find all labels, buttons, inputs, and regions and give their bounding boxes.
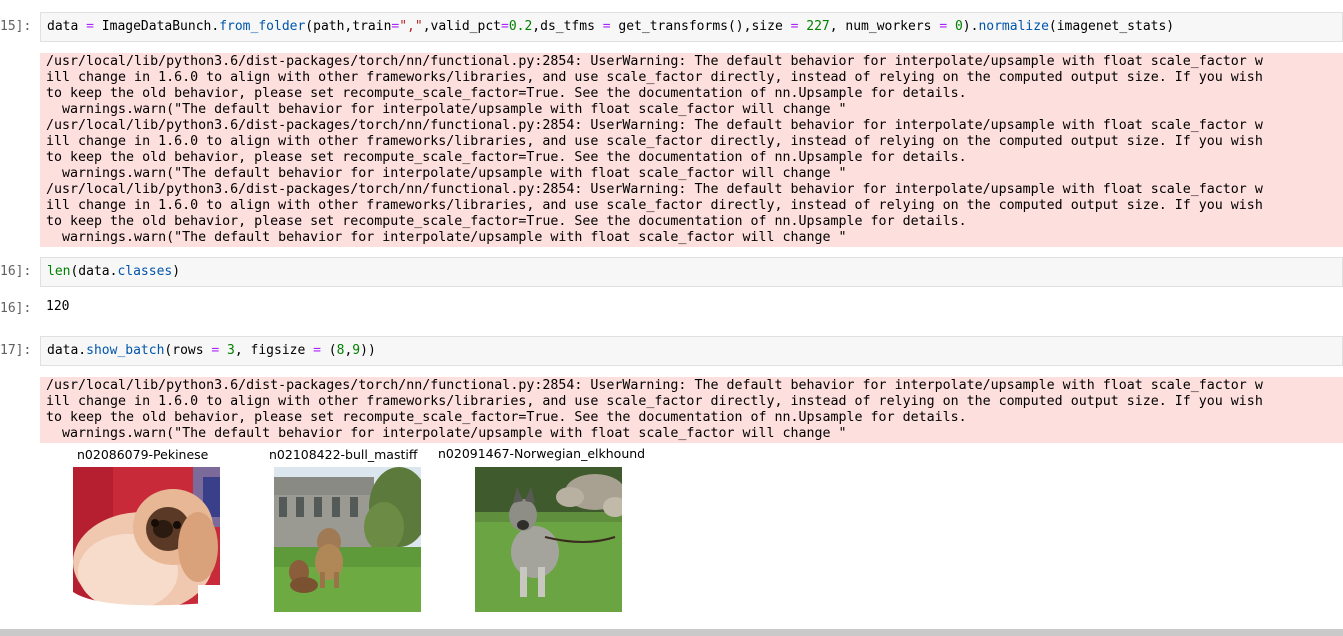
stderr-line: /usr/local/lib/python3.6/dist-packages/t… xyxy=(46,118,1263,133)
stderr-line: warnings.warn("The default behavior for … xyxy=(46,102,847,117)
stderr-line: /usr/local/lib/python3.6/dist-packages/t… xyxy=(46,54,1263,69)
image-title-bull-mastiff: n02108422-bull_mastiff xyxy=(269,447,418,462)
code-input-area[interactable]: data = ImageDataBunch.from_folder(path,t… xyxy=(40,12,1343,42)
code-token: , figsize xyxy=(234,343,314,358)
code-token: = xyxy=(939,19,948,34)
code-token: )) xyxy=(360,343,376,358)
code-token: ) xyxy=(172,264,181,279)
show-batch-figure: n02086079-Pekinese n02108422-bull_mastif… xyxy=(40,446,680,627)
code-token: ,valid_pct xyxy=(422,19,501,34)
code-token: (data. xyxy=(70,264,118,279)
bull-mastiff-dogs-photo xyxy=(274,467,421,612)
stderr-line: to keep the old behavior, please set rec… xyxy=(46,86,967,101)
stderr-line: ill change in 1.6.0 to align with other … xyxy=(46,134,1263,149)
code-line: data.show_batch(rows = 3, figsize = (8,9… xyxy=(47,342,376,360)
output-prompt: 16]: xyxy=(0,301,32,316)
code-token: (imagenet_stats) xyxy=(1048,19,1175,34)
stderr-line: warnings.warn("The default behavior for … xyxy=(46,230,847,245)
code-token: = xyxy=(500,19,509,34)
code-token: 227 xyxy=(806,19,830,34)
stderr-line: to keep the old behavior, please set rec… xyxy=(46,214,967,229)
stderr-line: ill change in 1.6.0 to align with other … xyxy=(46,394,1263,409)
code-token: ( xyxy=(320,343,337,358)
code-token: get_transforms(),size xyxy=(610,19,791,34)
image-title-norwegian-elkhound: n02091467-Norwegian_elkhound xyxy=(438,446,646,461)
input-prompt: 16]: xyxy=(0,264,32,279)
code-token: ImageDataBunch. xyxy=(93,19,220,34)
code-cell-16[interactable]: 16]: len(data.classes) 16]: 120 xyxy=(0,257,1343,327)
code-token: = xyxy=(602,19,611,34)
code-token: show_batch xyxy=(86,343,165,358)
stderr-line: /usr/local/lib/python3.6/dist-packages/t… xyxy=(46,378,1263,393)
code-token: classes xyxy=(117,264,173,279)
code-token: = xyxy=(313,343,321,358)
code-token: ,ds_tfms xyxy=(532,19,603,34)
code-token: data xyxy=(47,19,87,34)
stderr-line: ill change in 1.6.0 to align with other … xyxy=(46,70,1263,85)
norwegian-elkhound-dog-photo xyxy=(475,467,622,612)
code-token: (path,train xyxy=(305,19,392,34)
stderr-line: /usr/local/lib/python3.6/dist-packages/t… xyxy=(46,182,1263,197)
code-token: ). xyxy=(962,19,979,34)
code-token: (rows xyxy=(164,343,212,358)
code-token: 9 xyxy=(352,343,361,358)
stderr-line: to keep the old behavior, please set rec… xyxy=(46,410,967,425)
stderr-line: to keep the old behavior, please set rec… xyxy=(46,150,967,165)
code-token: normalize xyxy=(978,19,1049,34)
notebook-page: 15]: data = ImageDataBunch.from_folder(p… xyxy=(0,0,1343,636)
code-line: len(data.classes) xyxy=(47,263,180,281)
stderr-output: /usr/local/lib/python3.6/dist-packages/t… xyxy=(40,377,1343,443)
pekinese-dog-photo xyxy=(73,467,220,612)
stderr-output: /usr/local/lib/python3.6/dist-packages/t… xyxy=(40,53,1343,247)
code-input-area[interactable]: data.show_batch(rows = 3, figsize = (8,9… xyxy=(40,336,1343,366)
code-input-area[interactable]: len(data.classes) xyxy=(40,257,1343,287)
code-token: = xyxy=(86,19,94,34)
code-token: "," xyxy=(399,19,423,34)
code-cell-17[interactable]: 17]: data.show_batch(rows = 3, figsize =… xyxy=(0,336,1343,446)
code-token: data. xyxy=(47,343,87,358)
input-prompt: 15]: xyxy=(0,19,32,34)
stderr-line: ill change in 1.6.0 to align with other … xyxy=(46,198,1263,213)
code-token: 0.2 xyxy=(508,19,533,34)
horizontal-scrollbar[interactable] xyxy=(0,629,1343,636)
output-value: 120 xyxy=(46,299,70,314)
code-token: 0 xyxy=(954,19,963,34)
code-line: data = ImageDataBunch.from_folder(path,t… xyxy=(47,18,1174,36)
code-token: , num_workers xyxy=(829,19,940,34)
code-cell-15[interactable]: 15]: data = ImageDataBunch.from_folder(p… xyxy=(0,12,1343,247)
stderr-line: warnings.warn("The default behavior for … xyxy=(46,166,847,181)
image-title-pekinese: n02086079-Pekinese xyxy=(77,447,209,462)
stderr-line: warnings.warn("The default behavior for … xyxy=(46,426,847,441)
code-token: 3 xyxy=(227,343,235,358)
code-token: from_folder xyxy=(219,19,306,34)
code-token: len xyxy=(47,264,71,279)
input-prompt: 17]: xyxy=(0,343,32,358)
